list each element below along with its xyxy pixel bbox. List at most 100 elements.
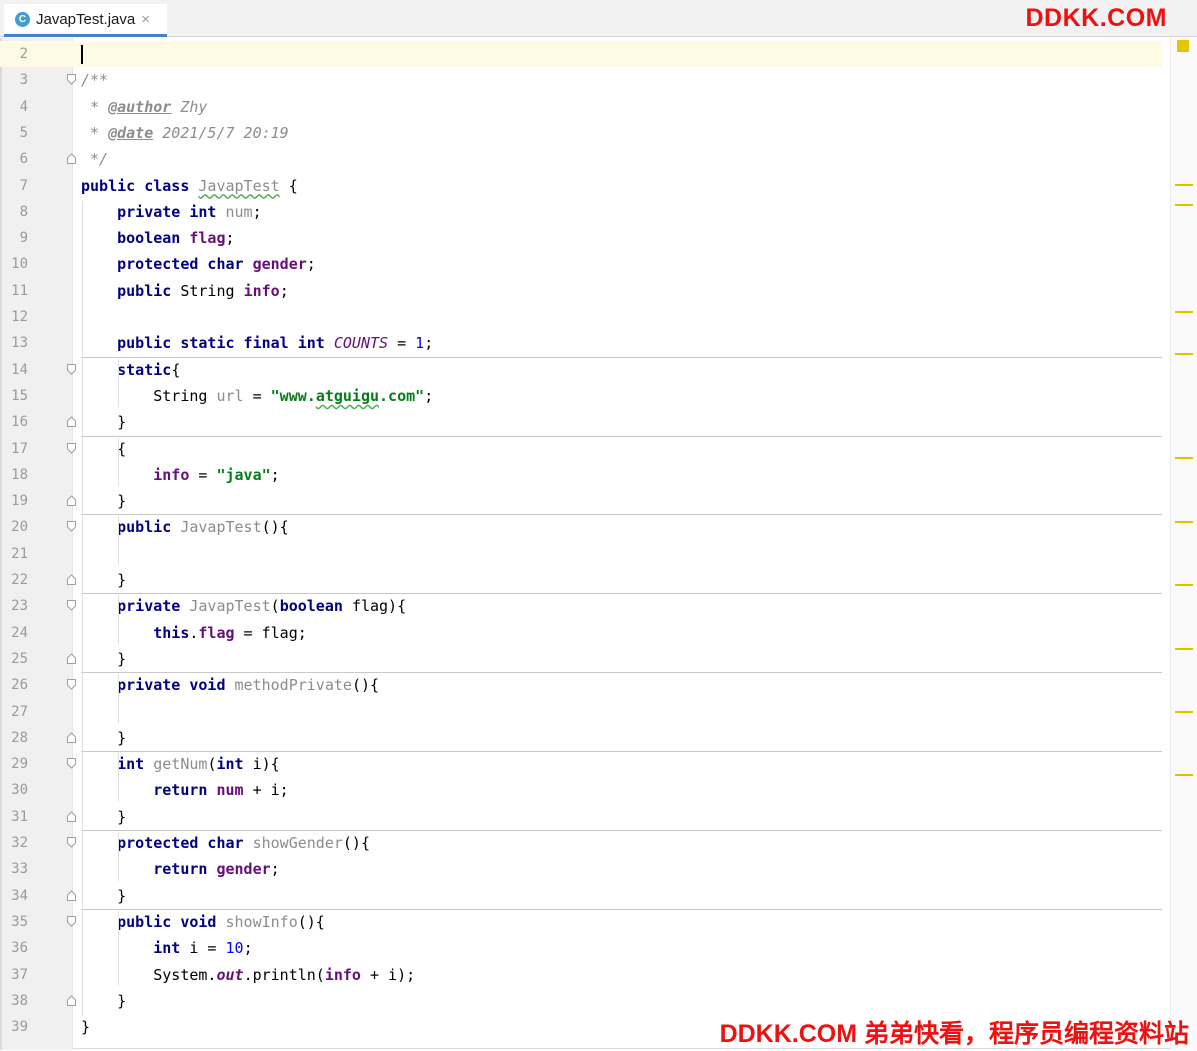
code-token: 2021/5/7 20:19 bbox=[153, 123, 289, 142]
code-text: { bbox=[81, 436, 126, 462]
code-token: = bbox=[189, 465, 217, 484]
fold-close-icon[interactable] bbox=[67, 653, 76, 664]
code-line[interactable]: 30 return num + i; bbox=[0, 777, 1162, 803]
code-line[interactable]: 27 bbox=[0, 699, 1162, 725]
code-line[interactable]: 29 int getNum(int i){ bbox=[0, 751, 1162, 777]
code-text: int i = 10; bbox=[81, 935, 252, 961]
code-line[interactable]: 14 static{ bbox=[0, 357, 1162, 383]
error-stripe[interactable] bbox=[1170, 38, 1197, 1050]
code-token: (){ bbox=[261, 518, 289, 537]
code-line[interactable]: 7 public class JavapTest { bbox=[0, 173, 1162, 199]
code-line[interactable]: 34 } bbox=[0, 883, 1162, 909]
code-line[interactable]: 31 } bbox=[0, 804, 1162, 830]
code-text: String url = "www.atguigu.com"; bbox=[81, 383, 433, 409]
fold-open-icon[interactable] bbox=[67, 600, 76, 612]
code-line[interactable]: 26 private void methodPrivate(){ bbox=[0, 672, 1162, 698]
tab-javaptest[interactable]: C JavapTest.java × bbox=[4, 4, 167, 37]
warning-marker[interactable] bbox=[1175, 184, 1193, 186]
code-text: static{ bbox=[81, 357, 180, 383]
code-line[interactable]: 20 public JavapTest(){ bbox=[0, 514, 1162, 540]
code-text: public JavapTest(){ bbox=[81, 514, 289, 540]
code-token: flag bbox=[198, 623, 235, 642]
footer-watermark: DDKK.COM 弟弟快看，程序员编程资料站 bbox=[719, 1020, 1189, 1048]
code-token: } bbox=[81, 649, 127, 668]
code-line[interactable]: 2 bbox=[0, 41, 1162, 67]
code-text: } bbox=[81, 988, 126, 1014]
code-line[interactable]: 12 bbox=[0, 304, 1162, 330]
code-line[interactable]: 35 public void showInfo(){ bbox=[0, 909, 1162, 935]
code-line[interactable]: 17 { bbox=[0, 436, 1162, 462]
code-line[interactable]: 6 */ bbox=[0, 146, 1162, 172]
fold-open-icon[interactable] bbox=[67, 679, 76, 690]
code-text: return num + i; bbox=[81, 777, 288, 803]
code-token: int bbox=[117, 755, 154, 774]
code-text: boolean flag; bbox=[81, 225, 234, 251]
code-token: JavapTest bbox=[189, 597, 271, 616]
warning-marker[interactable] bbox=[1175, 311, 1193, 313]
code-line[interactable]: 33 return gender; bbox=[0, 856, 1162, 882]
warning-marker[interactable] bbox=[1175, 521, 1193, 523]
code-text: } bbox=[81, 567, 126, 593]
fold-open-icon[interactable] bbox=[67, 915, 76, 927]
fold-close-icon[interactable] bbox=[67, 416, 76, 428]
code-text: private int num; bbox=[81, 199, 262, 225]
code-line[interactable]: 22 } bbox=[0, 567, 1162, 593]
fold-close-icon[interactable] bbox=[67, 732, 76, 743]
fold-close-icon[interactable] bbox=[67, 995, 76, 1006]
code-line[interactable]: 18 info = "java"; bbox=[0, 462, 1162, 488]
code-line[interactable]: 16 } bbox=[0, 409, 1162, 435]
code-token: ; bbox=[279, 281, 289, 300]
code-line[interactable]: 24 this.flag = flag; bbox=[0, 620, 1162, 646]
code-line[interactable]: 3 /** bbox=[0, 67, 1162, 93]
inspection-status-icon[interactable] bbox=[1177, 40, 1189, 52]
warning-marker[interactable] bbox=[1175, 711, 1193, 713]
code-text: } bbox=[81, 1014, 90, 1040]
fold-open-icon[interactable] bbox=[67, 521, 76, 533]
warning-marker[interactable] bbox=[1175, 584, 1193, 586]
fold-open-icon[interactable] bbox=[67, 74, 76, 86]
code-line[interactable]: 10 protected char gender; bbox=[0, 251, 1162, 277]
warning-marker[interactable] bbox=[1175, 353, 1193, 355]
code-line[interactable]: 11 public String info; bbox=[0, 278, 1162, 304]
fold-close-icon[interactable] bbox=[67, 495, 76, 507]
warning-marker[interactable] bbox=[1175, 648, 1193, 650]
code-token: return bbox=[153, 860, 217, 879]
code-text: } bbox=[81, 883, 126, 909]
code-token: (){ bbox=[297, 912, 325, 931]
code-line[interactable]: 8 private int num; bbox=[0, 199, 1162, 225]
code-line[interactable]: 28 } bbox=[0, 725, 1162, 751]
code-line[interactable]: 32 protected char showGender(){ bbox=[0, 830, 1162, 856]
fold-close-icon[interactable] bbox=[67, 153, 76, 165]
code-editor[interactable]: 2 3/** 4 * @author Zhy 5 * @date 2021/5/7 2… bbox=[0, 41, 1162, 1046]
code-line[interactable]: 19 } bbox=[0, 488, 1162, 514]
fold-close-icon[interactable] bbox=[67, 889, 76, 901]
code-line[interactable]: 36 int i = 10; bbox=[0, 935, 1162, 961]
code-token: num bbox=[216, 781, 244, 800]
line-number: 4 bbox=[19, 98, 28, 115]
code-line[interactable]: 23 private JavapTest(boolean flag){ bbox=[0, 593, 1162, 619]
fold-open-icon[interactable] bbox=[67, 363, 76, 375]
code-line[interactable]: 25 } bbox=[0, 646, 1162, 672]
code-token: (){ bbox=[351, 676, 380, 695]
warning-marker[interactable] bbox=[1175, 457, 1193, 459]
warning-marker[interactable] bbox=[1175, 204, 1193, 206]
code-token: = flag; bbox=[234, 623, 307, 642]
fold-open-icon[interactable] bbox=[67, 758, 76, 769]
fold-open-icon[interactable] bbox=[67, 837, 76, 848]
code-line[interactable]: 5 * @date 2021/5/7 20:19 bbox=[0, 120, 1162, 146]
code-line[interactable]: 21 bbox=[0, 541, 1162, 567]
code-line[interactable]: 13 public static final int COUNTS = 1; bbox=[0, 330, 1162, 356]
code-line[interactable]: 38 } bbox=[0, 988, 1162, 1014]
code-text: } bbox=[81, 804, 126, 830]
fold-close-icon[interactable] bbox=[67, 574, 76, 585]
code-token: } bbox=[81, 492, 127, 511]
fold-open-icon[interactable] bbox=[67, 442, 76, 454]
close-icon[interactable]: × bbox=[141, 11, 150, 28]
warning-marker[interactable] bbox=[1175, 774, 1193, 776]
code-token: ; bbox=[252, 202, 262, 221]
code-line[interactable]: 37 System.out.println(info + i); bbox=[0, 962, 1162, 988]
code-line[interactable]: 4 * @author Zhy bbox=[0, 94, 1162, 120]
code-line[interactable]: 9 boolean flag; bbox=[0, 225, 1162, 251]
code-line[interactable]: 15 String url = "www.atguigu.com"; bbox=[0, 383, 1162, 409]
fold-close-icon[interactable] bbox=[67, 810, 76, 822]
